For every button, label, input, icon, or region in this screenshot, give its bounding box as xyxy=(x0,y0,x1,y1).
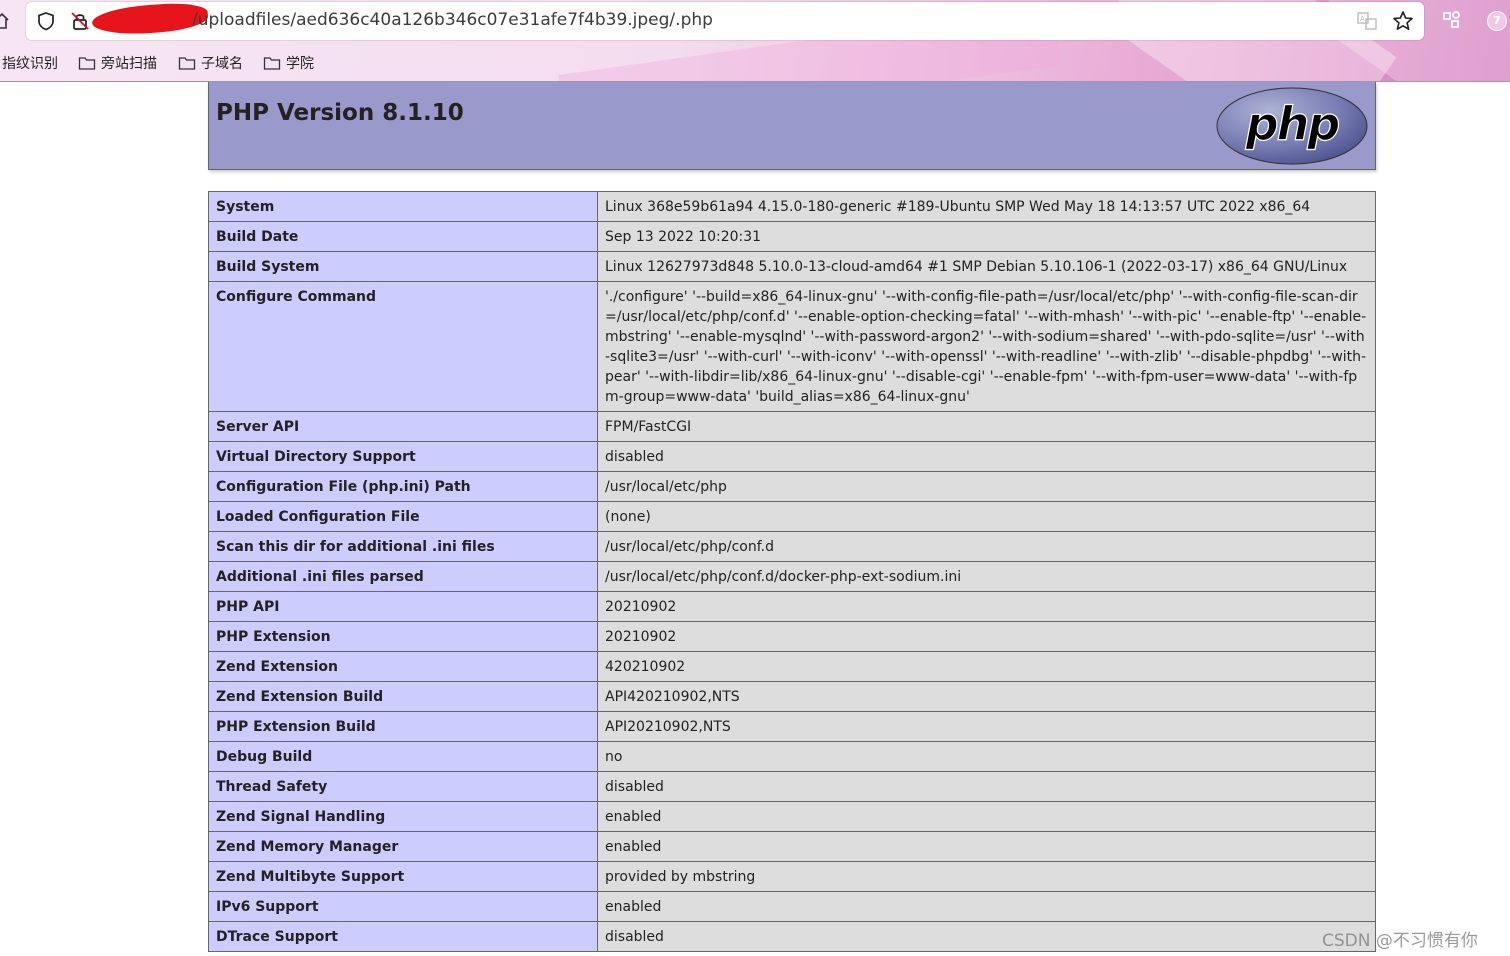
table-row: Build System Linux 12627973d848 5.10.0-13… xyxy=(208,251,1376,282)
row-key: IPv6 Support xyxy=(208,891,598,922)
table-row: Zend Multibyte Support provided by mbstri… xyxy=(208,861,1376,892)
row-value: 20210902 xyxy=(597,621,1376,652)
row-value: 420210902 xyxy=(597,651,1376,682)
translate-icon[interactable]: A xyxy=(1356,10,1378,32)
svg-text:A: A xyxy=(1360,15,1365,23)
row-key: Debug Build xyxy=(208,741,598,772)
row-value: disabled xyxy=(597,441,1376,472)
table-row: Build Date Sep 13 2022 10:20:31 xyxy=(208,221,1376,252)
row-key: Configure Command xyxy=(208,281,598,412)
watermark: CSDN @不习惯有你 xyxy=(1322,931,1478,951)
row-key: Virtual Directory Support xyxy=(208,441,598,472)
table-row: Configure Command './configure' '--build=… xyxy=(208,281,1376,412)
bookmark-folder[interactable]: 子域名 xyxy=(178,52,243,74)
row-value: Linux 368e59b61a94 4.15.0-180-generic #1… xyxy=(597,191,1376,222)
row-key: PHP API xyxy=(208,591,598,622)
row-key: Configuration File (php.ini) Path xyxy=(208,471,598,502)
table-row: DTrace Support disabled xyxy=(208,921,1376,952)
table-row: PHP Extension Build API20210902,NTS xyxy=(208,711,1376,742)
table-row: Virtual Directory Support disabled xyxy=(208,441,1376,472)
row-key: Zend Multibyte Support xyxy=(208,861,598,892)
row-key: Loaded Configuration File xyxy=(208,501,598,532)
row-key: PHP Extension xyxy=(208,621,598,652)
bookmark-star-icon[interactable] xyxy=(1392,10,1414,32)
row-value: disabled xyxy=(597,921,1376,952)
row-value: /usr/local/etc/php/conf.d/docker-php-ext… xyxy=(597,561,1376,592)
row-value: enabled xyxy=(597,801,1376,832)
bookmark-label: 学院 xyxy=(286,56,314,72)
bookmark-label: 子域名 xyxy=(201,56,243,72)
folder-icon xyxy=(263,57,281,70)
row-value: no xyxy=(597,741,1376,772)
row-key: Zend Memory Manager xyxy=(208,831,598,862)
row-value: provided by mbstring xyxy=(597,861,1376,892)
url-text[interactable]: /uploadfiles/aed636c40a126b346c07e31afe7… xyxy=(192,10,713,30)
row-value: API20210902,NTS xyxy=(597,711,1376,742)
row-key: DTrace Support xyxy=(208,921,598,952)
row-value: FPM/FastCGI xyxy=(597,411,1376,442)
row-key: Build System xyxy=(208,251,598,282)
table-row: Loaded Configuration File (none) xyxy=(208,501,1376,532)
browser-chrome: /uploadfiles/aed636c40a126b346c07e31afe7… xyxy=(0,0,1510,82)
table-row: Zend Signal Handling enabled xyxy=(208,801,1376,832)
row-value: (none) xyxy=(597,501,1376,532)
row-key: Zend Signal Handling xyxy=(208,801,598,832)
row-key: Additional .ini files parsed xyxy=(208,561,598,592)
row-value: 20210902 xyxy=(597,591,1376,622)
table-row: IPv6 Support enabled xyxy=(208,891,1376,922)
bookmark-label: 旁站扫描 xyxy=(101,56,157,72)
bookmark-folder[interactable]: 学院 xyxy=(263,52,314,74)
table-row: PHP API 20210902 xyxy=(208,591,1376,622)
row-key: System xyxy=(208,191,598,222)
table-row: Zend Extension Build API420210902,NTS xyxy=(208,681,1376,712)
table-row: Thread Safety disabled xyxy=(208,771,1376,802)
php-info-table: System Linux 368e59b61a94 4.15.0-180-gene… xyxy=(208,191,1376,952)
row-value: Linux 12627973d848 5.10.0-13-cloud-amd64… xyxy=(597,251,1376,282)
row-value: enabled xyxy=(597,891,1376,922)
row-key: Zend Extension xyxy=(208,651,598,682)
row-value: /usr/local/etc/php xyxy=(597,471,1376,502)
row-value: disabled xyxy=(597,771,1376,802)
profile-badge[interactable]: 7 xyxy=(1487,11,1507,31)
table-row: Scan this dir for additional .ini files /… xyxy=(208,531,1376,562)
php-logo[interactable]: php xyxy=(1215,86,1369,166)
address-bar[interactable]: /uploadfiles/aed636c40a126b346c07e31afe7… xyxy=(26,0,1424,40)
php-logo-text: php xyxy=(1245,97,1340,151)
table-row: Additional .ini files parsed/usr/local/e… xyxy=(208,561,1376,592)
extension-icon[interactable] xyxy=(1440,9,1462,31)
bookmark-label: 指纹识别 xyxy=(2,56,58,72)
table-row: System Linux 368e59b61a94 4.15.0-180-gene… xyxy=(208,191,1376,222)
row-key: Scan this dir for additional .ini files xyxy=(208,531,598,562)
page-title: PHP Version 8.1.10 xyxy=(216,100,464,126)
home-icon[interactable] xyxy=(0,12,10,30)
row-key: PHP Extension Build xyxy=(208,711,598,742)
table-row: Zend Extension 420210902 xyxy=(208,651,1376,682)
row-value: enabled xyxy=(597,831,1376,862)
table-row: Server API FPM/FastCGI xyxy=(208,411,1376,442)
bookmark-item[interactable]: 指纹识别 xyxy=(2,52,58,74)
row-value: './configure' '--build=x86_64-linux-gnu'… xyxy=(597,281,1376,412)
table-row: Debug Build no xyxy=(208,741,1376,772)
table-row: Configuration File (php.ini) Path/usr/lo… xyxy=(208,471,1376,502)
bookmark-folder[interactable]: 旁站扫描 xyxy=(78,52,157,74)
table-row: PHP Extension 20210902 xyxy=(208,621,1376,652)
folder-icon xyxy=(178,57,196,70)
shield-icon[interactable] xyxy=(36,11,56,31)
row-value: Sep 13 2022 10:20:31 xyxy=(597,221,1376,252)
row-key: Server API xyxy=(208,411,598,442)
folder-icon xyxy=(78,57,96,70)
table-row: Zend Memory Manager enabled xyxy=(208,831,1376,862)
row-value: /usr/local/etc/php/conf.d xyxy=(597,531,1376,562)
row-key: Zend Extension Build xyxy=(208,681,598,712)
insecure-lock-icon[interactable] xyxy=(70,11,90,31)
php-version-header: PHP Version 8.1.10 php xyxy=(208,82,1376,170)
row-value: API420210902,NTS xyxy=(597,681,1376,712)
row-key: Thread Safety xyxy=(208,771,598,802)
row-key: Build Date xyxy=(208,221,598,252)
